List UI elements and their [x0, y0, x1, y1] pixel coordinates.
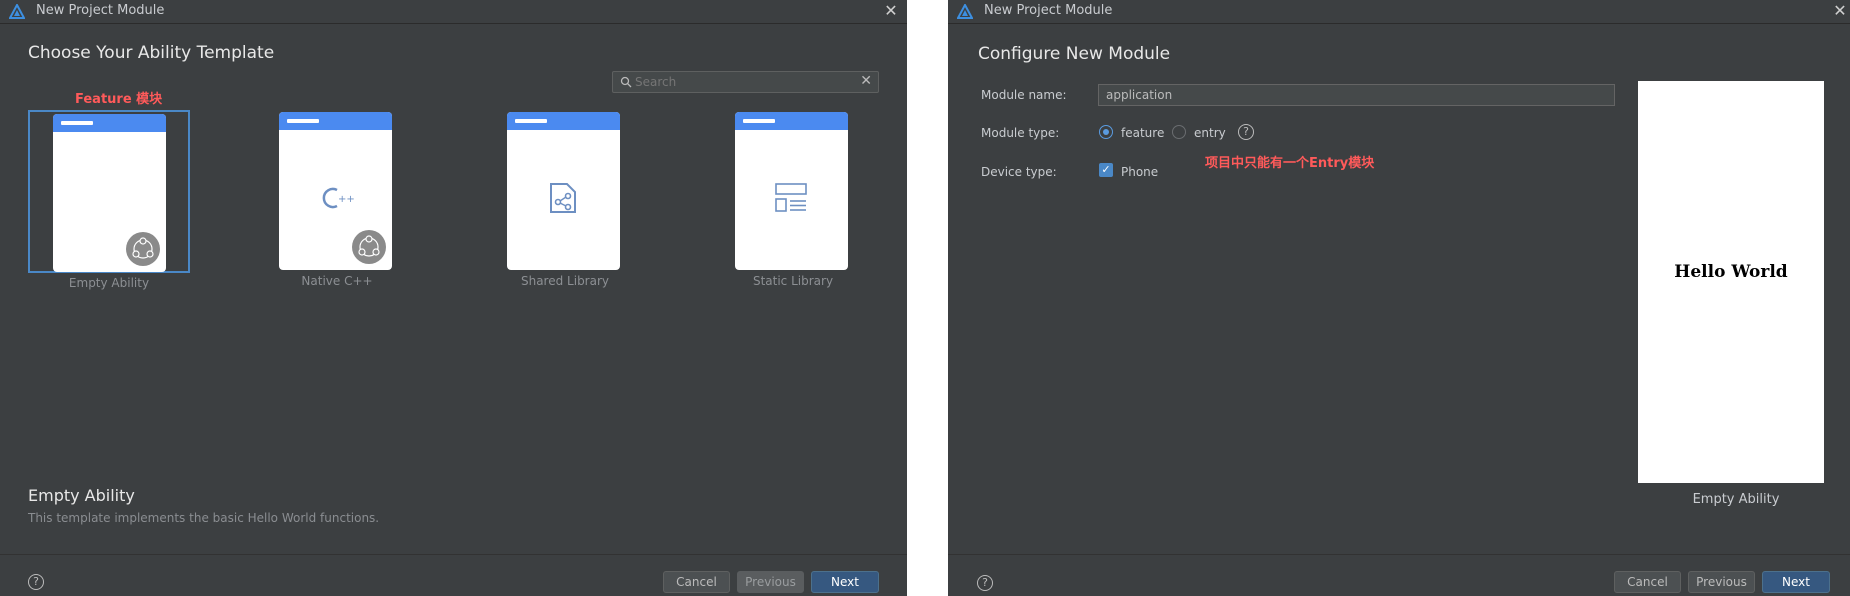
close-icon[interactable]: ✕: [1830, 1, 1850, 21]
shared-library-icon: [550, 183, 576, 213]
template-card: [507, 112, 620, 270]
entry-annotation: 项目中只能有一个Entry模块: [1205, 156, 1375, 171]
template-preview: Hello World: [1638, 81, 1824, 483]
clear-search-icon[interactable]: ✕: [860, 73, 872, 89]
phone-checkbox[interactable]: ✓: [1099, 163, 1113, 177]
template-label: Static Library: [752, 274, 834, 288]
template-card: ++: [279, 112, 392, 270]
search-icon: [620, 76, 632, 88]
template-static-library[interactable]: Static Library: [712, 110, 874, 288]
radio-entry-label: entry: [1194, 126, 1226, 140]
app-logo-icon: [9, 4, 25, 19]
module-badge-icon: [126, 232, 160, 266]
window-title: New Project Module: [984, 3, 1113, 18]
template-label: Shared Library: [520, 274, 610, 288]
choose-template-dialog: New Project Module ✕ Choose Your Ability…: [0, 0, 907, 596]
module-name-label: Module name:: [981, 88, 1067, 102]
preview-text: Hello World: [1674, 262, 1788, 282]
module-badge-icon: [352, 230, 386, 264]
title-bar: New Project Module ✕: [0, 0, 907, 24]
cancel-button[interactable]: Cancel: [1614, 571, 1681, 593]
static-library-icon: [775, 183, 807, 212]
module-type-label: Module type:: [981, 126, 1060, 140]
feature-annotation: Feature 模块: [75, 92, 163, 107]
next-button[interactable]: Next: [1762, 571, 1830, 593]
template-empty-ability[interactable]: Empty Ability: [28, 110, 190, 290]
template-label: Native C++: [301, 274, 373, 288]
title-bar: New Project Module ✕: [948, 0, 1850, 24]
radio-feature[interactable]: [1099, 125, 1113, 139]
module-type-help-icon[interactable]: ?: [1238, 124, 1254, 140]
module-name-input[interactable]: application: [1098, 84, 1615, 106]
radio-entry[interactable]: [1172, 125, 1186, 139]
cpp-icon: ++: [322, 187, 355, 209]
card-header: [279, 112, 392, 130]
previous-button[interactable]: Previous: [737, 571, 804, 593]
device-type-label: Device type:: [981, 165, 1057, 179]
footer-divider: [0, 554, 907, 555]
template-label: Empty Ability: [68, 276, 150, 290]
description-title: Empty Ability: [28, 486, 135, 505]
app-logo-icon: [957, 4, 973, 19]
template-shared-library[interactable]: Shared Library: [484, 110, 646, 288]
card-header: [53, 114, 166, 132]
radio-feature-label: feature: [1121, 126, 1165, 140]
configure-module-dialog: New Project Module ✕ Configure New Modul…: [948, 0, 1850, 596]
template-card: [735, 112, 848, 270]
card-header: [735, 112, 848, 130]
close-icon[interactable]: ✕: [881, 1, 901, 21]
help-icon[interactable]: ?: [28, 574, 44, 590]
template-card: [53, 114, 166, 272]
template-native-cpp[interactable]: ++ Native C++: [256, 110, 418, 288]
card-header: [507, 112, 620, 130]
next-button[interactable]: Next: [811, 571, 879, 593]
search-box[interactable]: ✕: [612, 71, 879, 93]
page-title: Configure New Module: [978, 44, 1171, 64]
cancel-button[interactable]: Cancel: [663, 571, 730, 593]
phone-checkbox-label: Phone: [1121, 165, 1159, 179]
page-title: Choose Your Ability Template: [28, 43, 275, 63]
window-title: New Project Module: [36, 3, 165, 18]
footer-divider: [948, 554, 1850, 555]
search-input[interactable]: [635, 74, 855, 90]
help-icon[interactable]: ?: [977, 575, 993, 591]
previous-button[interactable]: Previous: [1688, 571, 1755, 593]
description-text: This template implements the basic Hello…: [28, 511, 380, 525]
preview-caption: Empty Ability: [1692, 492, 1780, 507]
svg-text:++: ++: [338, 194, 355, 205]
